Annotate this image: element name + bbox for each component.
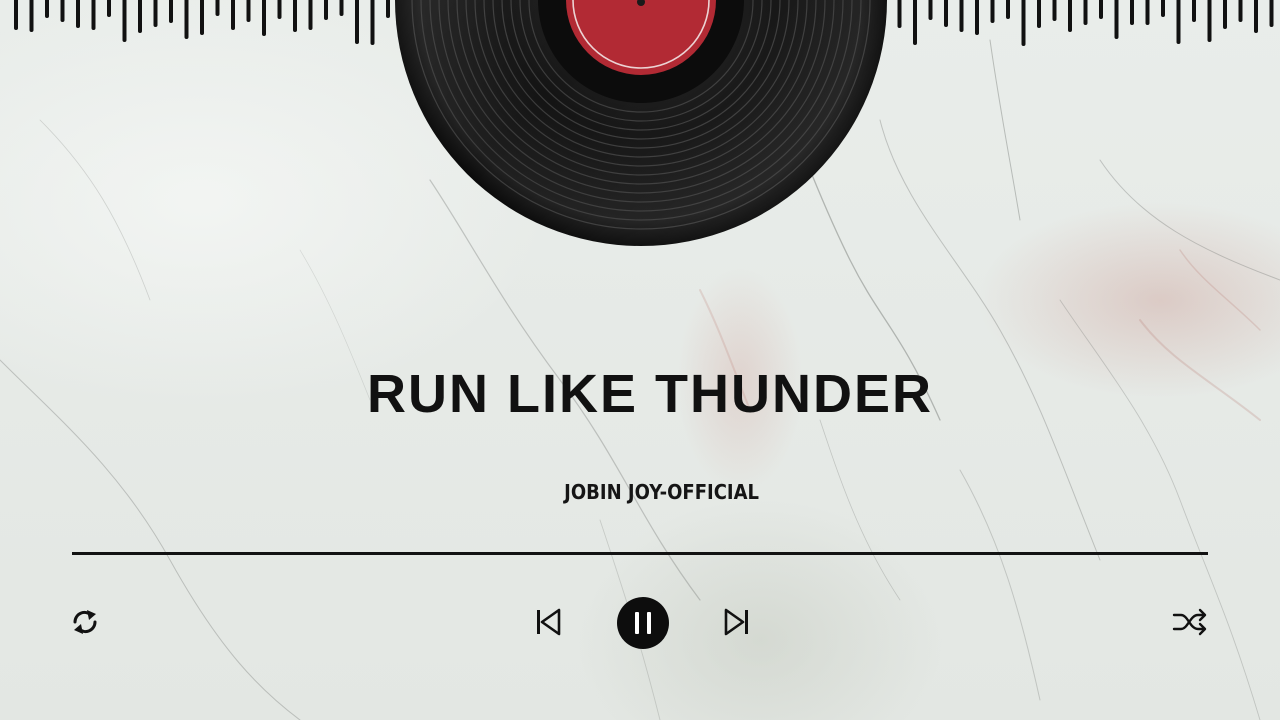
shuffle-icon[interactable] — [1172, 606, 1210, 638]
skip-next-button[interactable] — [723, 606, 751, 638]
repeat-icon[interactable] — [70, 606, 100, 638]
track-title: RUN LIKE THUNDER — [367, 364, 933, 424]
pause-button[interactable] — [616, 596, 670, 650]
artist-name: JOBIN JOY-OFFICIAL — [564, 480, 760, 504]
progress-bar[interactable] — [72, 552, 1208, 555]
skip-previous-button[interactable] — [534, 606, 562, 638]
vinyl-record — [395, 0, 887, 246]
progress-fill — [72, 552, 1208, 555]
player-background: RUN LIKE THUNDER JOBIN JOY-OFFICIAL — [0, 0, 1280, 720]
